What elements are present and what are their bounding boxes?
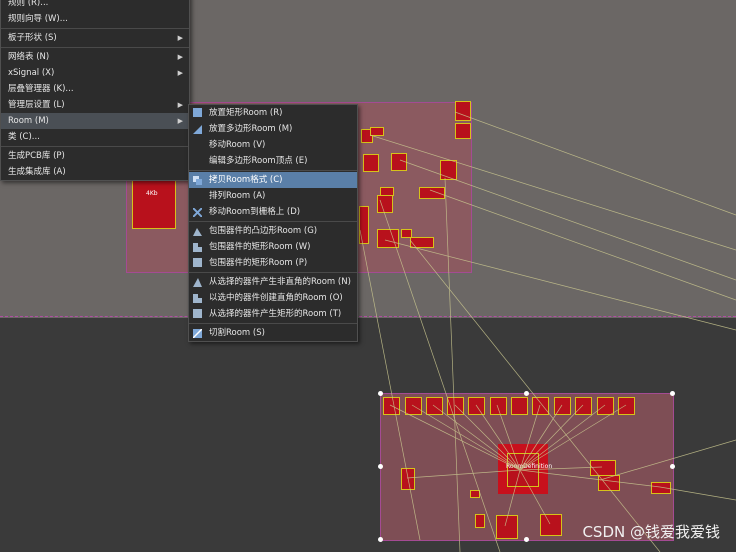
- submenu-item-rectangle-room[interactable]: 包围器件的矩形Room (P): [189, 255, 357, 271]
- submenu-item-convex-hull-room[interactable]: 包围器件的凸边形Room (G): [189, 223, 357, 239]
- menu-item-layer-stack-manager[interactable]: 层叠管理器 (K)...: [1, 81, 189, 97]
- component[interactable]: [475, 514, 485, 528]
- component[interactable]: [447, 397, 464, 415]
- menu-item-make-pcb-library[interactable]: 生成PCB库 (P): [1, 148, 189, 164]
- convex-room-icon: [193, 226, 202, 236]
- submenu-item-edit-polygon-vertices[interactable]: 编辑多边形Room顶点 (E): [189, 153, 357, 169]
- room-handle[interactable]: [524, 537, 529, 542]
- menu-separator: [189, 323, 357, 324]
- component[interactable]: [426, 397, 443, 415]
- menu-separator: [189, 170, 357, 171]
- menu-separator: [189, 221, 357, 222]
- submenu-item-copy-room-formats[interactable]: 拷贝Room格式 (C): [189, 172, 357, 188]
- upper-room-label: 4Kb: [146, 190, 158, 197]
- component[interactable]: [391, 153, 407, 171]
- menu-item-netlist[interactable]: 网络表 (N) ▶: [1, 49, 189, 65]
- component[interactable]: [363, 154, 379, 172]
- room-handle[interactable]: [670, 464, 675, 469]
- menu-item-board-shape[interactable]: 板子形状 (S) ▶: [1, 30, 189, 46]
- submenu-item-slice-room[interactable]: 切割Room (S): [189, 325, 357, 341]
- menu-separator: [1, 146, 189, 147]
- component[interactable]: [377, 229, 399, 248]
- component[interactable]: [590, 460, 616, 476]
- copy-format-icon: [193, 175, 202, 185]
- menu-separator: [189, 272, 357, 273]
- submenu-arrow-icon: ▶: [177, 101, 183, 109]
- room-handle[interactable]: [378, 464, 383, 469]
- component[interactable]: [455, 123, 471, 139]
- menu-item-xsignal[interactable]: xSignal (X) ▶: [1, 65, 189, 81]
- component[interactable]: [440, 160, 457, 180]
- component[interactable]: [532, 397, 549, 415]
- component[interactable]: [401, 468, 415, 490]
- rect-room-icon: [193, 108, 202, 117]
- menu-item-room[interactable]: Room (M) ▶: [1, 113, 189, 129]
- submenu-item-move-room[interactable]: 移动Room (V): [189, 137, 357, 153]
- menu-item-make-integrated-library[interactable]: 生成集成库 (A): [1, 164, 189, 180]
- submenu-item-non-orthogonal-from-selected[interactable]: 从选择的器件产生非直角的Room (N): [189, 274, 357, 290]
- menu-item-rule-wizard[interactable]: 规则向导 (W)...: [1, 11, 189, 27]
- component[interactable]: [455, 101, 471, 121]
- watermark-text: CSDN @钱爱我爱钱: [582, 523, 720, 541]
- component[interactable]: [377, 195, 393, 213]
- menu-item-classes[interactable]: 类 (C)...: [1, 129, 189, 145]
- orth-create-icon: [193, 293, 202, 303]
- component[interactable]: [598, 475, 620, 491]
- non-orth-icon: [193, 277, 202, 287]
- component[interactable]: [490, 397, 507, 415]
- submenu-item-orthogonal-from-selected[interactable]: 以选中的器件创建直角的Room (O): [189, 290, 357, 306]
- submenu-item-place-rect-room[interactable]: 放置矩形Room (R): [189, 105, 357, 121]
- board-outline: [0, 316, 736, 317]
- room-handle[interactable]: [524, 391, 529, 396]
- component[interactable]: [511, 397, 528, 415]
- component[interactable]: [359, 206, 369, 244]
- submenu-arrow-icon: ▶: [177, 34, 183, 42]
- component[interactable]: [597, 397, 614, 415]
- polygon-room-icon: [193, 124, 202, 134]
- component[interactable]: [419, 187, 445, 199]
- submenu-item-orthogonal-room[interactable]: 包围器件的矩形Room (W): [189, 239, 357, 255]
- menu-item-rules[interactable]: 规则 (R)...: [1, 0, 189, 11]
- component[interactable]: [383, 397, 400, 415]
- rect-enclose-icon: [193, 258, 202, 267]
- menu-item-manage-layer-sets[interactable]: 管理层设置 (L) ▶: [1, 97, 189, 113]
- component[interactable]: [370, 127, 384, 136]
- component[interactable]: [468, 397, 485, 415]
- room-definition-label: RoomDefinition: [506, 463, 553, 470]
- menu-separator: [1, 28, 189, 29]
- design-context-menu: 规则 (R)... 规则向导 (W)... 板子形状 (S) ▶ 网络表 (N) ▶…: [0, 0, 190, 181]
- room-submenu: 放置矩形Room (R) 放置多边形Room (M) 移动Room (V) 编辑…: [188, 104, 358, 342]
- submenu-arrow-icon: ▶: [177, 117, 183, 125]
- orthogonal-room-icon: [193, 242, 202, 252]
- submenu-arrow-icon: ▶: [177, 69, 183, 77]
- component[interactable]: [405, 397, 422, 415]
- room-handle[interactable]: [670, 391, 675, 396]
- submenu-item-arrange-room[interactable]: 排列Room (A): [189, 188, 357, 204]
- slice-room-icon: [192, 328, 203, 339]
- component[interactable]: [651, 482, 671, 494]
- submenu-item-snap-room-to-grid[interactable]: 移动Room到栅格上 (D): [189, 204, 357, 220]
- component[interactable]: [470, 490, 480, 498]
- room-handle[interactable]: [378, 537, 383, 542]
- component[interactable]: [496, 515, 518, 539]
- central-ic-body[interactable]: [507, 453, 539, 487]
- component[interactable]: [575, 397, 592, 415]
- room-handle[interactable]: [378, 391, 383, 396]
- component[interactable]: [618, 397, 635, 415]
- submenu-arrow-icon: ▶: [177, 53, 183, 61]
- component[interactable]: [410, 237, 434, 248]
- menu-separator: [1, 47, 189, 48]
- rect-create-icon: [193, 309, 202, 318]
- component[interactable]: [540, 514, 562, 536]
- component[interactable]: [554, 397, 571, 415]
- submenu-item-rectangle-from-selected[interactable]: 从选择的器件产生矩形的Room (T): [189, 306, 357, 322]
- submenu-item-place-polygon-room[interactable]: 放置多边形Room (M): [189, 121, 357, 137]
- grid-snap-icon: [192, 207, 203, 218]
